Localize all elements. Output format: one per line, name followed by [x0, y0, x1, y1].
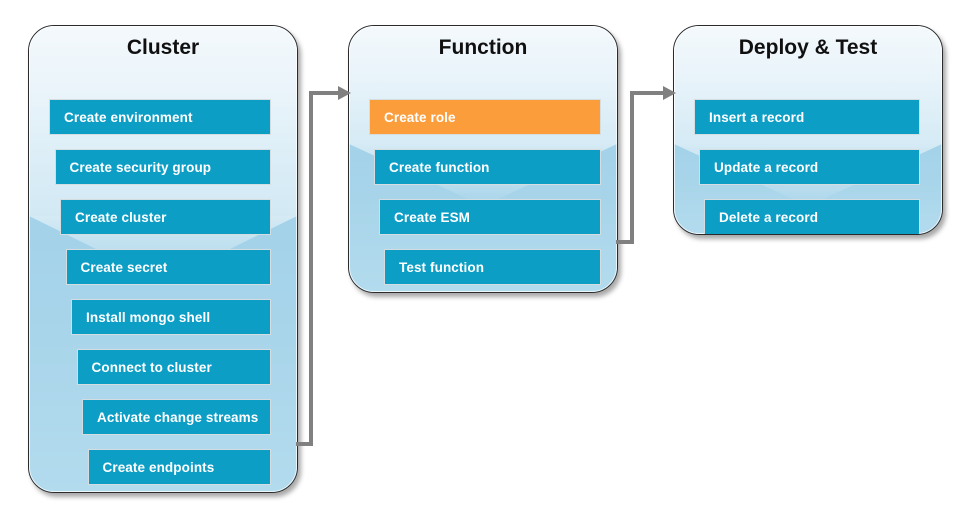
step-box[interactable]: Delete a record [704, 199, 920, 234]
step-label: Delete a record [719, 209, 819, 225]
step-label: Create environment [64, 109, 193, 125]
step-box[interactable]: Create environment [49, 99, 271, 135]
step-label: Insert a record [709, 109, 805, 125]
step-box[interactable]: Insert a record [694, 99, 920, 135]
step-label: Create endpoints [102, 459, 215, 475]
panel-function: Function Create role Create function Create… [348, 25, 618, 293]
step-box[interactable]: Create endpoints [87, 449, 271, 485]
step-box[interactable]: Test function [384, 249, 601, 285]
connector-segment-horizontal-top [309, 91, 340, 95]
step-label: Create security group [69, 159, 212, 175]
step-box[interactable]: Create cluster [60, 199, 271, 235]
step-box[interactable]: Install mongo shell [71, 299, 271, 335]
step-box[interactable]: Create role [369, 99, 601, 135]
step-box[interactable]: Connect to cluster [76, 349, 271, 385]
panel-title-function: Function [438, 36, 528, 59]
step-label: Create ESM [394, 209, 471, 225]
panel-title-deploy-test: Deploy & Test [738, 36, 878, 59]
step-box[interactable]: Create secret [65, 249, 271, 285]
step-label: Create secret [80, 259, 168, 275]
step-label: Install mongo shell [86, 309, 211, 325]
step-box[interactable]: Create function [374, 149, 601, 185]
diagram-canvas: Cluster Create environment Create security… [0, 0, 965, 505]
step-label: Test function [399, 259, 485, 275]
step-label: Create cluster [75, 209, 167, 225]
panel-cluster: Cluster Create environment Create security… [28, 25, 298, 493]
step-box[interactable]: Create security group [54, 149, 271, 185]
step-box[interactable]: Update a record [699, 149, 920, 185]
step-label: Create function [389, 159, 490, 175]
panel-title-cluster: Cluster [126, 36, 200, 59]
step-box[interactable]: Create ESM [379, 199, 601, 235]
connector-segment-horizontal-top [630, 91, 665, 95]
connector-arrow-head [663, 85, 676, 100]
connector-segment-vertical [630, 91, 634, 244]
step-label: Update a record [714, 159, 819, 175]
step-label: Activate change streams [97, 409, 259, 425]
connector-segment-vertical [309, 91, 313, 446]
step-label: Create role [384, 109, 456, 125]
step-label: Connect to cluster [91, 359, 212, 375]
step-box[interactable]: Activate change streams [82, 399, 271, 435]
connector-arrow-head [338, 85, 351, 100]
panel-deploy-test: Deploy & Test Insert a record Update a rec… [673, 25, 943, 235]
